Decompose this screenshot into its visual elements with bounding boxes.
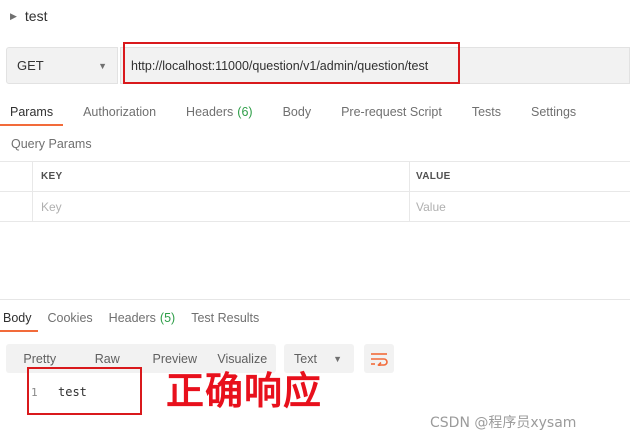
line-number: 1 — [31, 386, 38, 399]
wrap-lines-icon — [371, 352, 388, 366]
tab-tests[interactable]: Tests — [462, 98, 511, 126]
query-params-title: Query Params — [11, 137, 92, 151]
response-tabs: Body Cookies Headers (5) Test Results — [0, 304, 269, 332]
tab-pre-request-script[interactable]: Pre-request Script — [331, 98, 452, 126]
caret-right-icon[interactable]: ▶ — [10, 11, 17, 22]
preview-button[interactable]: Preview — [141, 352, 209, 366]
correct-response-annotation: 正确响应 — [166, 369, 323, 413]
wrap-lines-button[interactable] — [364, 344, 394, 373]
chevron-down-icon: ▼ — [98, 60, 107, 71]
url-text: http://localhost:11000/question/v1/admin… — [131, 58, 429, 73]
checkbox-column-header — [0, 162, 33, 191]
query-params-table: KEY VALUE Key Value — [0, 161, 630, 222]
method-label: GET — [17, 58, 44, 73]
tab-cookies[interactable]: Cookies — [42, 304, 99, 332]
tab-response-headers[interactable]: Headers (5) — [103, 304, 182, 332]
csdn-watermark: CSDN @程序员xysam — [430, 415, 577, 431]
raw-button[interactable]: Raw — [74, 352, 142, 366]
value-input[interactable]: Value — [410, 192, 630, 221]
tab-settings[interactable]: Settings — [521, 98, 586, 126]
method-select[interactable]: GET ▼ — [6, 47, 118, 84]
value-column-header: VALUE — [416, 171, 451, 182]
response-headers-count: (5) — [159, 311, 176, 325]
response-language-label: Text — [294, 351, 317, 366]
table-header-row: KEY VALUE — [0, 162, 630, 192]
tab-response-body[interactable]: Body — [0, 304, 38, 332]
url-input[interactable]: http://localhost:11000/question/v1/admin… — [120, 47, 630, 84]
tab-test-results[interactable]: Test Results — [185, 304, 265, 332]
row-checkbox-cell[interactable] — [0, 192, 33, 221]
request-name-label: test — [24, 8, 48, 24]
visualize-button[interactable]: Visualize — [209, 352, 277, 366]
tab-body[interactable]: Body — [273, 98, 322, 126]
request-name[interactable]: ▶ test — [10, 6, 48, 26]
tab-authorization[interactable]: Authorization — [73, 98, 166, 126]
key-column-header: KEY — [33, 162, 410, 191]
table-row: Key Value — [0, 192, 630, 222]
response-body-text: test — [58, 385, 87, 399]
pretty-button[interactable]: Pretty — [6, 352, 74, 366]
response-divider — [0, 299, 630, 300]
tab-headers[interactable]: Headers (6) — [176, 98, 263, 126]
headers-count: (6) — [237, 105, 253, 119]
chevron-down-icon: ▼ — [333, 353, 342, 364]
key-input[interactable]: Key — [33, 192, 410, 221]
tab-params[interactable]: Params — [0, 98, 64, 126]
request-tabs: Params Authorization Headers (6) Body Pr… — [0, 98, 596, 126]
